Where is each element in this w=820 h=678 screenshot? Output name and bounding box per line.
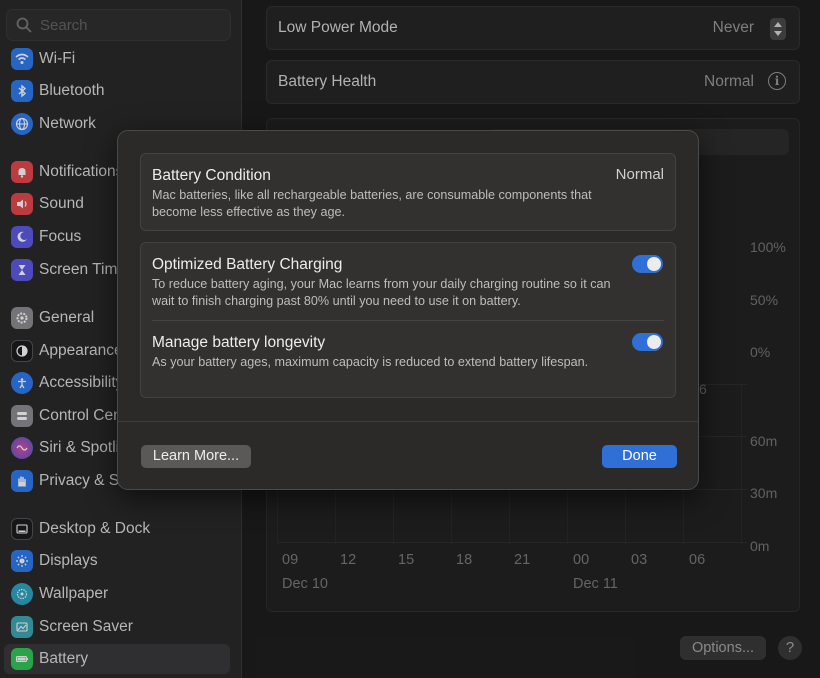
battery-health-sheet: Battery Condition Normal Mac batteries, … xyxy=(117,130,699,490)
divider xyxy=(118,421,698,422)
battery-condition-title: Battery Condition xyxy=(152,167,271,184)
battery-condition-value: Normal xyxy=(615,166,664,183)
battery-longevity-description: As your battery ages, maximum capacity i… xyxy=(152,355,589,369)
battery-longevity-toggle[interactable] xyxy=(632,333,663,351)
battery-condition-description: Mac batteries, like all rechargeable bat… xyxy=(152,188,592,219)
charging-options-card: Optimized Battery Charging To reduce bat… xyxy=(140,242,676,398)
done-button[interactable]: Done xyxy=(602,445,677,468)
divider xyxy=(152,320,664,321)
optimized-charging-toggle[interactable] xyxy=(632,255,663,273)
optimized-charging-title: Optimized Battery Charging xyxy=(152,256,343,273)
battery-longevity-title: Manage battery longevity xyxy=(152,334,326,351)
learn-more-button[interactable]: Learn More... xyxy=(141,445,251,468)
battery-condition-card: Battery Condition Normal Mac batteries, … xyxy=(140,153,676,231)
optimized-charging-description: To reduce battery aging, your Mac learns… xyxy=(152,277,611,308)
